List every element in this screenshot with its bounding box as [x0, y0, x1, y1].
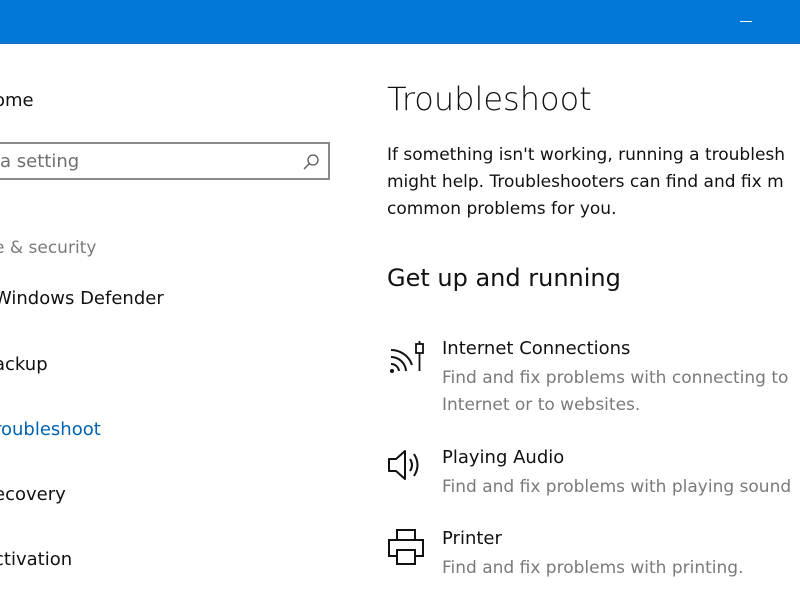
wifi-icon	[390, 341, 424, 373]
search-icon[interactable]	[302, 153, 320, 171]
troubleshooter-description: Find and fix problems with playing sound	[442, 474, 791, 501]
description-line: Find and fix problems with connecting to	[442, 368, 789, 388]
description-line: common problems for you.	[387, 199, 617, 219]
troubleshooter-internet-connections[interactable]: Internet Connections Find and fix proble…	[387, 338, 800, 418]
description-line: Find and fix problems with playing sound	[442, 477, 792, 497]
search-setting-input[interactable]: a setting	[0, 142, 330, 180]
description-line: Find and fix problems with printing.	[442, 558, 744, 578]
sidebar-item-windows-defender[interactable]: Windows Defender	[0, 288, 164, 309]
sidebar-item-recovery[interactable]: ecovery	[0, 484, 66, 505]
troubleshooter-playing-audio[interactable]: Playing Audio Find and fix problems with…	[387, 447, 800, 503]
description-line: If something isn't working, running a tr…	[387, 145, 786, 165]
search-placeholder: a setting	[0, 151, 80, 172]
troubleshooter-title: Internet Connections	[442, 338, 631, 359]
troubleshooter-printer[interactable]: Printer Find and fix problems with print…	[387, 528, 800, 584]
troubleshooter-title: Printer	[442, 528, 502, 549]
main-content: Troubleshoot If something isn't working,…	[360, 44, 800, 600]
sidebar-item-activation[interactable]: ctivation	[0, 549, 72, 570]
printer-icon	[388, 529, 424, 565]
settings-sidebar: ome a setting e & security Windows Defen…	[0, 44, 360, 600]
sidebar-item-troubleshoot[interactable]: roubleshoot	[0, 419, 101, 440]
troubleshooter-title: Playing Audio	[442, 447, 565, 468]
page-description: If something isn't working, running a tr…	[387, 142, 800, 223]
description-line: might help. Troubleshooters can find and…	[387, 172, 784, 192]
troubleshooter-description: Find and fix problems with printing.	[442, 555, 744, 582]
troubleshooter-description: Find and fix problems with connecting to…	[442, 365, 788, 419]
section-heading-get-up-and-running: Get up and running	[387, 264, 621, 292]
speaker-icon	[388, 450, 419, 480]
title-bar	[0, 0, 800, 44]
sidebar-item-backup[interactable]: ackup	[0, 354, 48, 375]
home-nav-item[interactable]: ome	[0, 90, 34, 111]
section-label-update-security: e & security	[0, 238, 97, 258]
description-line: Internet or to websites.	[442, 395, 641, 415]
page-title: Troubleshoot	[387, 80, 592, 118]
minimize-button[interactable]	[734, 15, 758, 29]
